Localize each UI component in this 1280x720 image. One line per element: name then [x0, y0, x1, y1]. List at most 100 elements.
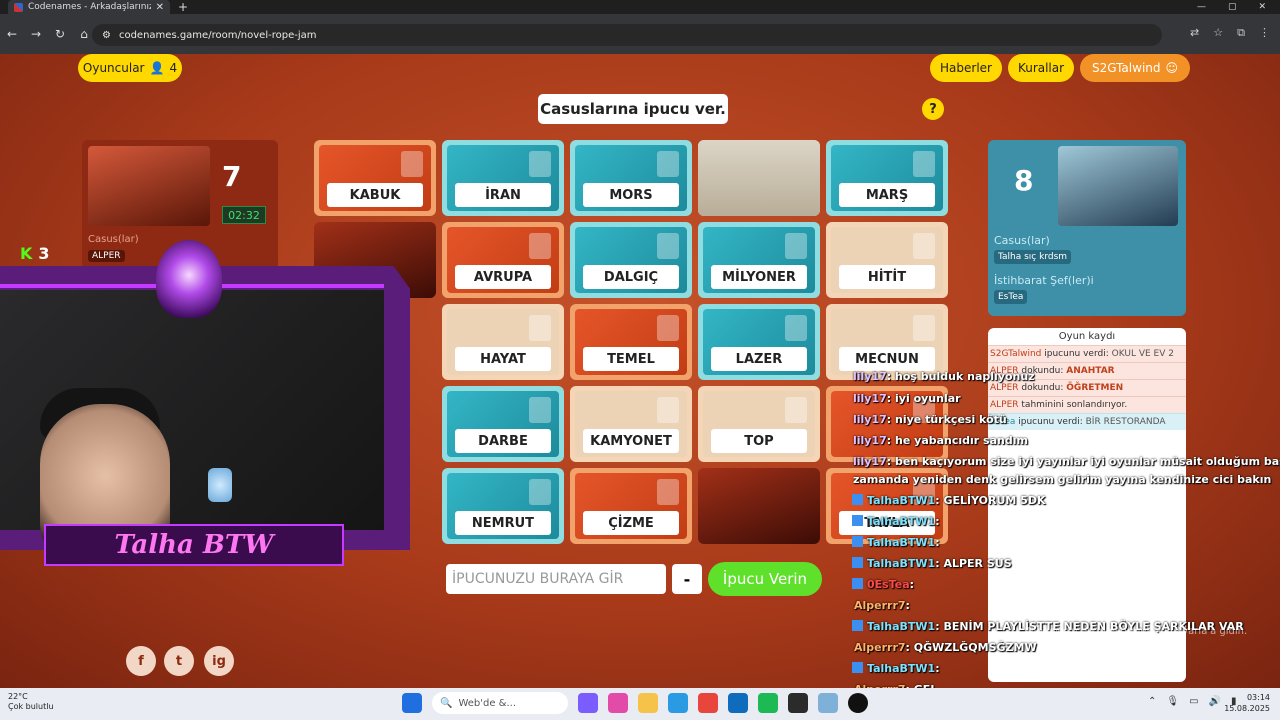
word-card[interactable]: HAYAT [442, 304, 564, 380]
kick-badge-icon [852, 578, 863, 589]
card-word: MİLYONER [711, 265, 807, 289]
chevron-up-icon[interactable]: ⌃ [1148, 696, 1156, 707]
chat-message: 0EsTea: [852, 578, 914, 591]
word-card[interactable]: NEMRUT [442, 468, 564, 544]
clue-input[interactable]: İPUCUNUZU BURAYA GİR [446, 564, 666, 594]
obs-icon[interactable] [848, 693, 868, 713]
twitter-icon[interactable]: t [164, 646, 194, 676]
activation-watermark: Windows'u etkinleştirmek için Ayarla'a g… [1024, 626, 1248, 637]
chat-message: lily17: niye türkçesi kötü [853, 413, 1007, 426]
extensions-icon[interactable]: ⧉ [1237, 26, 1245, 40]
codenames-favicon-icon [14, 2, 23, 12]
chrome-icon[interactable] [698, 693, 718, 713]
microphone-icon[interactable]: 🎙 [1166, 696, 1179, 707]
revealed-neutral-card [698, 140, 820, 216]
chat-message: Alperrr7: [854, 599, 910, 612]
close-window-button[interactable]: ✕ [1258, 0, 1266, 14]
word-card[interactable]: DARBE [442, 386, 564, 462]
clue-count-select[interactable]: - [672, 564, 702, 594]
minimize-button[interactable]: — [1197, 0, 1206, 14]
new-tab-button[interactable]: + [178, 0, 188, 14]
log-entry: ALPER tahminini sonlandırıyor. [988, 396, 1186, 413]
person-icon: 👤 [149, 61, 165, 75]
opera-icon[interactable] [608, 693, 628, 713]
streamer-name-banner: Talha BTW [44, 524, 344, 566]
card-word: KAMYONET [583, 429, 679, 453]
card-word: MORS [583, 183, 679, 207]
search-icon: 🔍 [440, 697, 453, 709]
card-word: LAZER [711, 347, 807, 371]
give-clue-button[interactable]: İpucu Verin [708, 562, 822, 596]
word-card[interactable]: HİTİT [826, 222, 948, 298]
card-word: MARŞ [839, 183, 935, 207]
bookmark-star-icon[interactable]: ☆ [1213, 26, 1223, 40]
chat-message: lily17: he yabancıdır sandım [853, 434, 1028, 447]
user-button[interactable]: S2GTalwind ☺ [1080, 54, 1190, 82]
maximize-button[interactable]: ▢ [1228, 0, 1237, 14]
instagram-icon[interactable]: ig [204, 646, 234, 676]
kick-badge-icon [852, 536, 863, 547]
weather-widget[interactable]: 22°C Çok bulutlu [8, 692, 54, 712]
address-bar[interactable]: ⚙ codenames.game/room/novel-rope-jam [92, 24, 1162, 46]
word-card[interactable]: KAMYONET [570, 386, 692, 462]
word-card[interactable]: ÇİZME [570, 468, 692, 544]
help-button[interactable]: ? [922, 98, 944, 120]
file-explorer-icon[interactable] [638, 693, 658, 713]
word-card[interactable]: LAZER [698, 304, 820, 380]
settings-icon[interactable] [818, 693, 838, 713]
kick-badge-icon [852, 515, 863, 526]
news-button[interactable]: Haberler [930, 54, 1002, 82]
card-word: HAYAT [455, 347, 551, 371]
rules-button[interactable]: Kurallar [1008, 54, 1074, 82]
blue-spymaster-member: EsTea [994, 290, 1028, 304]
clock-date: 15.08.2025 [1224, 704, 1270, 713]
word-card[interactable]: TOP [698, 386, 820, 462]
back-button[interactable]: ← [0, 27, 24, 41]
window-controls: — ▢ ✕ [1197, 0, 1266, 14]
word-card[interactable]: MİLYONER [698, 222, 820, 298]
chat-message: TalhaBTW1: [852, 515, 940, 528]
blue-score: 8 [1014, 164, 1034, 197]
dog-bystander-image [698, 140, 820, 216]
facebook-icon[interactable]: f [126, 646, 156, 676]
volume-icon[interactable]: 🔊 [1209, 696, 1221, 707]
red-score: 7 [222, 160, 242, 193]
edge-icon[interactable] [668, 693, 688, 713]
clock[interactable]: 03:14 15.08.2025 [1224, 692, 1270, 714]
word-card[interactable]: İRAN [442, 140, 564, 216]
card-word: AVRUPA [455, 265, 551, 289]
card-word: İRAN [455, 183, 551, 207]
browser-tab[interactable]: Codenames - Arkadaşlarınızla ç ✕ [8, 0, 170, 14]
discord-icon[interactable] [578, 693, 598, 713]
kick-badge-icon [852, 620, 863, 631]
red-agent-image [698, 468, 820, 544]
outlook-icon[interactable] [728, 693, 748, 713]
players-button[interactable]: Oyuncular 👤 4 [78, 54, 182, 82]
word-card[interactable]: AVRUPA [442, 222, 564, 298]
spotify-icon[interactable] [758, 693, 778, 713]
tab-close-icon[interactable]: ✕ [156, 2, 164, 13]
search-text: Web'de &... [458, 697, 517, 709]
word-card[interactable]: TEMEL [570, 304, 692, 380]
word-card[interactable]: MARŞ [826, 140, 948, 216]
taskbar-search[interactable]: 🔍 Web'de &... [432, 692, 568, 714]
word-card[interactable]: MORS [570, 140, 692, 216]
word-card[interactable]: KABUK [314, 140, 436, 216]
menu-icon[interactable]: ⋮ [1259, 26, 1270, 40]
site-info-icon[interactable]: ⚙ [102, 30, 111, 41]
taskbar-apps: 🔍 Web'de &... [402, 692, 868, 714]
network-icon[interactable]: ▭ [1189, 696, 1198, 707]
user-name: S2GTalwind [1091, 61, 1161, 75]
forward-button[interactable]: → [24, 27, 48, 41]
word-card[interactable]: DALGIÇ [570, 222, 692, 298]
red-spies-label: Casus(lar) [88, 234, 139, 245]
capcut-icon[interactable] [788, 693, 808, 713]
translate-icon[interactable]: ⇄ [1190, 26, 1199, 40]
smiley-icon: ☺ [1165, 61, 1179, 75]
card-word: ÇİZME [583, 511, 679, 535]
chat-message: TalhaBTW1: GELİYORUM 5DK [852, 494, 1046, 507]
reload-button[interactable]: ↻ [48, 27, 72, 41]
word-card[interactable]: MECNUN [826, 304, 948, 380]
windows-start-icon[interactable] [402, 693, 422, 713]
revealed-red-card [698, 468, 820, 544]
